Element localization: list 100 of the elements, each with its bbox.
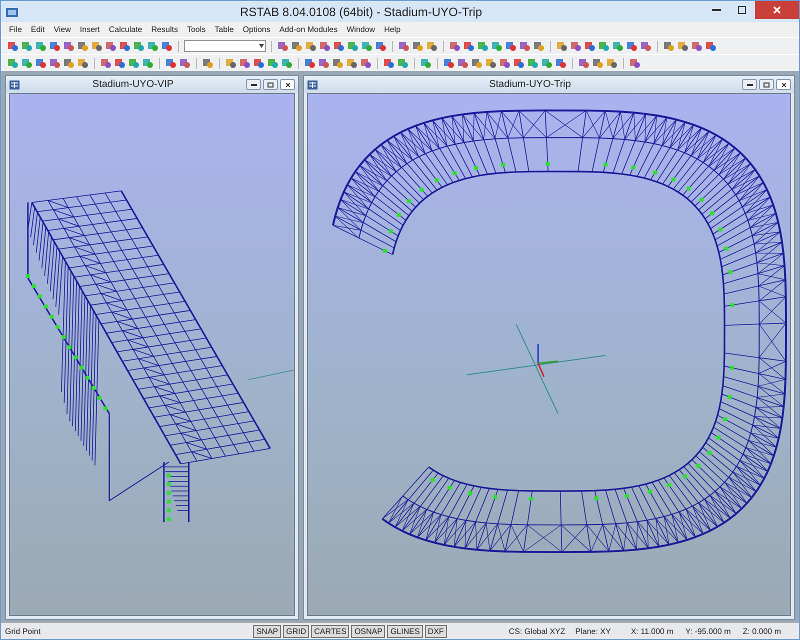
minimize-button[interactable] [246,79,261,90]
tool-icon[interactable] [239,57,251,69]
tool-icon[interactable] [202,57,214,69]
tool-icon[interactable] [360,57,372,69]
tool-icon[interactable] [361,40,373,52]
menu-item[interactable]: Calculate [108,25,142,34]
tool-icon[interactable] [77,40,89,52]
tool-icon[interactable] [21,40,33,52]
menu-item[interactable]: Table [214,25,234,34]
status-toggle-button[interactable]: GRID [283,624,310,638]
menu-item[interactable]: Window [346,25,376,34]
tool-icon[interactable] [691,40,703,52]
minimize-button[interactable] [742,79,757,90]
menu-item[interactable]: Help [384,25,401,34]
tool-icon[interactable] [570,40,582,52]
tool-icon[interactable] [457,57,469,69]
tool-icon[interactable] [477,40,489,52]
tool-icon[interactable] [640,40,652,52]
tool-icon[interactable] [332,57,344,69]
tool-icon[interactable] [677,40,689,52]
tool-icon[interactable] [63,57,75,69]
menu-item[interactable]: Tools [186,25,206,34]
menu-item[interactable]: File [9,25,22,34]
tool-icon[interactable] [147,40,159,52]
tool-icon[interactable] [578,57,590,69]
tool-icon[interactable] [333,40,345,52]
tool-icon[interactable] [105,40,117,52]
tool-icon[interactable] [513,57,525,69]
restore-button[interactable] [263,79,278,90]
tool-icon[interactable] [598,40,610,52]
tool-icon[interactable] [663,40,675,52]
tool-icon[interactable] [225,57,237,69]
tool-icon[interactable] [499,57,511,69]
tool-icon[interactable] [49,57,61,69]
menu-item[interactable]: Add-on Modules [279,25,338,34]
tool-icon[interactable] [505,40,517,52]
tool-icon[interactable] [291,40,303,52]
tool-icon[interactable] [319,40,331,52]
status-toggle-button[interactable]: CARTES [311,624,350,638]
tool-icon[interactable] [556,40,568,52]
tool-icon[interactable] [443,57,455,69]
tool-icon[interactable] [519,40,531,52]
tool-icon[interactable] [426,40,438,52]
status-toggle-button[interactable]: GLINES [387,624,423,638]
tool-icon[interactable] [592,57,604,69]
tool-icon[interactable] [179,57,191,69]
tool-icon[interactable] [91,40,103,52]
tool-icon[interactable] [63,40,75,52]
tool-icon[interactable] [165,57,177,69]
tool-icon[interactable] [304,57,316,69]
tool-icon[interactable] [49,40,61,52]
close-button[interactable] [280,79,295,90]
tool-icon[interactable] [346,57,358,69]
tool-icon[interactable] [449,40,461,52]
menu-item[interactable]: Options [242,25,270,34]
close-button[interactable] [776,79,791,90]
tool-icon[interactable] [305,40,317,52]
restore-button[interactable] [759,79,774,90]
tool-icon[interactable] [77,57,89,69]
tool-icon[interactable] [142,57,154,69]
tool-icon[interactable] [267,57,279,69]
menu-item[interactable]: Edit [30,25,45,34]
tool-icon[interactable] [612,40,624,52]
tool-icon[interactable] [383,57,395,69]
tool-icon[interactable] [21,57,33,69]
tool-icon[interactable] [420,57,432,69]
tool-icon[interactable] [281,57,293,69]
tool-icon[interactable] [584,40,596,52]
tool-icon[interactable] [133,40,145,52]
tool-icon[interactable] [555,57,567,69]
tool-icon[interactable] [128,57,140,69]
tool-icon[interactable] [527,57,539,69]
menu-item[interactable]: Insert [80,25,100,34]
tool-icon[interactable] [277,40,289,52]
tool-icon[interactable] [161,40,173,52]
tool-icon[interactable] [347,40,359,52]
tool-icon[interactable] [397,57,409,69]
tool-icon[interactable] [7,40,19,52]
status-toggle-button[interactable]: SNAP [253,624,282,638]
tool-icon[interactable] [100,57,112,69]
tool-icon[interactable] [7,57,19,69]
tool-icon[interactable] [412,40,424,52]
tool-icon[interactable] [626,40,638,52]
tool-icon[interactable] [471,57,483,69]
tool-icon[interactable] [629,57,641,69]
tool-icon[interactable] [114,57,126,69]
tool-icon[interactable] [541,57,553,69]
tool-icon[interactable] [485,57,497,69]
tool-icon[interactable] [253,57,265,69]
tool-icon[interactable] [35,57,47,69]
tool-icon[interactable] [463,40,475,52]
dropdown-field[interactable] [184,40,266,52]
tool-icon[interactable] [318,57,330,69]
tool-icon[interactable] [375,40,387,52]
tool-icon[interactable] [491,40,503,52]
tool-icon[interactable] [119,40,131,52]
status-toggle-button[interactable]: OSNAP [351,624,386,638]
menu-item[interactable]: Results [151,25,178,34]
menu-item[interactable]: View [54,25,71,34]
tool-icon[interactable] [533,40,545,52]
